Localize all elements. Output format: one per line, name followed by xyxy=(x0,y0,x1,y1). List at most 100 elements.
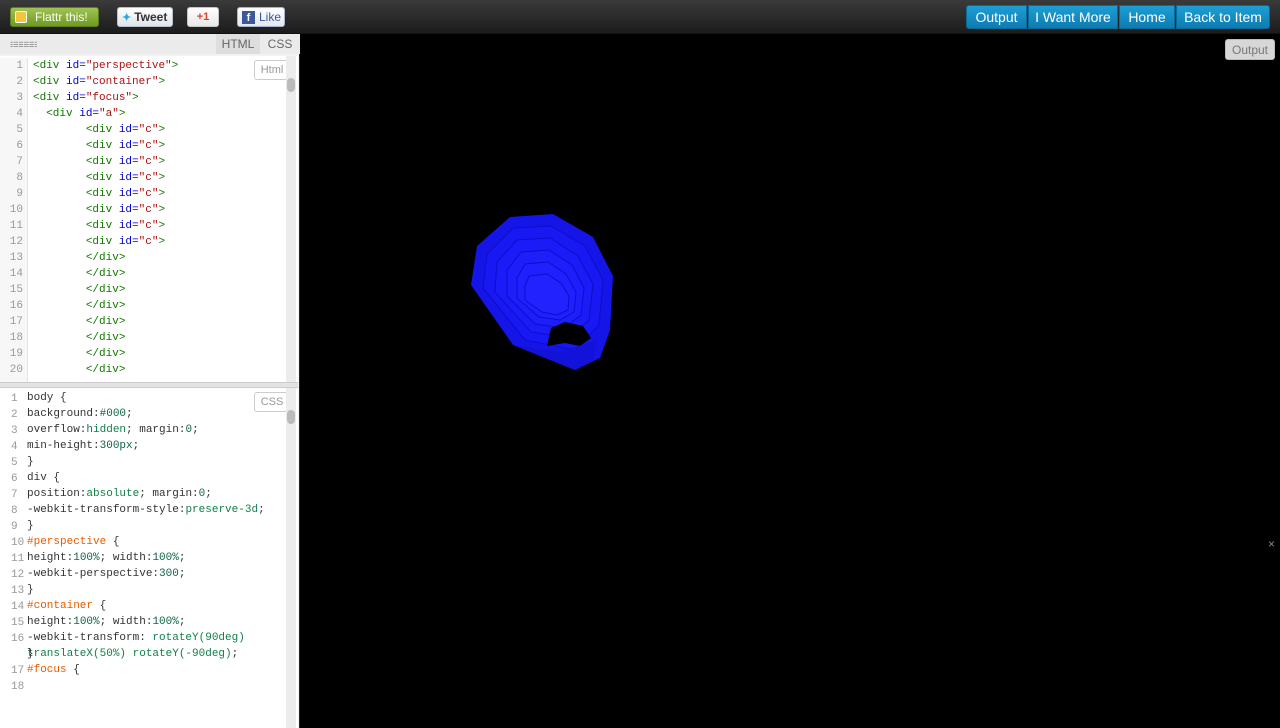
code-line[interactable]: height:100%; width:100%; xyxy=(27,614,275,630)
code-line[interactable]: position:absolute; margin:0; xyxy=(27,486,275,502)
code-line[interactable]: } xyxy=(27,582,275,598)
code-line[interactable]: body { xyxy=(27,390,275,406)
code-line[interactable]: <div id="c"> xyxy=(33,218,178,234)
code-token: #000 xyxy=(99,408,127,420)
css-badge: CSS xyxy=(254,392,290,412)
code-line[interactable]: <div id="c"> xyxy=(33,202,178,218)
code-line[interactable]: #container { xyxy=(27,598,275,614)
css-scroll-thumb[interactable] xyxy=(287,410,295,424)
fblike-label: Like xyxy=(259,10,282,24)
close-icon[interactable]: × xyxy=(1268,537,1275,551)
code-token: id= xyxy=(118,172,139,184)
facebook-like-button[interactable]: f Like xyxy=(237,7,285,27)
code-line[interactable]: </div> xyxy=(33,314,178,330)
css-code[interactable]: body { background:#000; overflow:hidden;… xyxy=(27,390,275,678)
code-line[interactable]: #perspective { xyxy=(27,534,275,550)
code-line[interactable]: div { xyxy=(27,470,275,486)
editor-panel: ☷☷☷☷☷ HTML CSS 1 2 3 4 5 6 7 8 9 10 11 12 13 14 15 16 17… xyxy=(0,34,300,728)
code-token: -webkit-perspective: xyxy=(27,568,160,580)
line-number: 2 xyxy=(11,409,18,421)
line-number: 5 xyxy=(16,124,23,136)
code-token: id= xyxy=(118,140,139,152)
code-token: <div xyxy=(85,124,119,136)
html-code[interactable]: <div id="perspective"> <div id="container… xyxy=(33,58,178,378)
code-line[interactable]: <div id="c"> xyxy=(33,170,178,186)
code-token: > xyxy=(118,108,126,120)
nav-i-want-more-button[interactable]: I Want More xyxy=(1028,5,1118,29)
code-token: 100% xyxy=(73,616,100,628)
nav-output-button[interactable]: Output xyxy=(966,5,1027,29)
html-editor[interactable]: 1 2 3 4 5 6 7 8 9 10 11 12 13 14 15 16 17 18 19 20 <div id=… xyxy=(0,56,298,382)
code-line[interactable]: -webkit-transform-style:preserve-3d; xyxy=(27,502,275,518)
code-token: height: xyxy=(27,616,74,628)
code-line[interactable]: </div> xyxy=(33,330,178,346)
html-scrollbar[interactable] xyxy=(286,56,296,382)
code-line[interactable]: -webkit-perspective:300; xyxy=(27,566,275,582)
code-line[interactable]: } xyxy=(27,454,275,470)
code-token: > xyxy=(158,140,166,152)
code-token: -webkit-transform: xyxy=(27,632,153,644)
code-token: <div xyxy=(85,236,119,248)
code-line[interactable]: <div id="c"> xyxy=(33,122,178,138)
code-token: 300px xyxy=(99,440,133,452)
code-token: ; xyxy=(126,408,133,420)
code-token: #perspective xyxy=(27,536,107,548)
line-number: 20 xyxy=(9,364,23,376)
code-line[interactable]: overflow:hidden; margin:0; xyxy=(27,422,275,438)
code-line[interactable]: <div id="c"> xyxy=(33,234,178,250)
css-editor[interactable]: 1 2 3 4 5 6 7 8 9 10 11 12 13 14 15 16 17 18 body { backg… xyxy=(0,388,298,728)
code-token: <div xyxy=(85,204,119,216)
code-line[interactable]: </div> xyxy=(33,362,178,378)
code-line[interactable]: background:#000; xyxy=(27,406,275,422)
google-plus-one-button[interactable]: +1 xyxy=(187,7,219,27)
code-line[interactable]: min-height:300px; xyxy=(27,438,275,454)
code-line[interactable]: #focus { xyxy=(27,662,275,678)
code-line[interactable]: <div id="focus"> xyxy=(33,90,178,106)
code-token: ; xyxy=(205,488,212,500)
tweet-button[interactable]: ✦ Tweet xyxy=(117,7,173,27)
line-number: 10 xyxy=(9,204,23,216)
code-token: ; width: xyxy=(99,552,153,564)
code-line[interactable]: </div> xyxy=(33,298,178,314)
code-line[interactable]: } xyxy=(27,518,275,534)
code-line[interactable]: <div id="a"> xyxy=(33,106,178,122)
code-line[interactable]: <div id="container"> xyxy=(33,74,178,90)
code-line[interactable]: </div> xyxy=(33,266,178,282)
code-line[interactable]: -webkit-transform: rotateY(90deg) transl… xyxy=(27,630,275,660)
resize-grip-icon[interactable]: ☷☷☷☷☷ xyxy=(10,41,37,49)
nav-home-button[interactable]: Home xyxy=(1119,5,1175,29)
code-token: "c" xyxy=(138,156,159,168)
code-line[interactable]: </div> xyxy=(33,250,178,266)
css-scrollbar[interactable] xyxy=(286,388,296,728)
code-line[interactable]: <div id="c"> xyxy=(33,186,178,202)
code-token: id= xyxy=(118,156,139,168)
line-number: 6 xyxy=(11,473,18,485)
code-token: position: xyxy=(27,488,87,500)
tab-html[interactable]: HTML xyxy=(216,34,260,54)
line-number: 18 xyxy=(11,681,25,693)
code-line[interactable]: <div id="c"> xyxy=(33,154,178,170)
code-line[interactable]: </div> xyxy=(33,282,178,298)
line-number: 1 xyxy=(16,60,23,72)
output-label[interactable]: Output xyxy=(1225,39,1275,60)
code-line[interactable]: <div id="perspective"> xyxy=(33,58,178,74)
code-token: </div> xyxy=(85,268,126,280)
nav-back-to-item-button[interactable]: Back to Item xyxy=(1176,5,1270,29)
code-line[interactable]: <div id="c"> xyxy=(33,138,178,154)
tab-css[interactable]: CSS xyxy=(263,34,297,54)
code-token: > xyxy=(158,220,166,232)
code-token: 100% xyxy=(152,552,179,564)
line-number: 15 xyxy=(11,617,25,629)
flattr-button[interactable]: Flattr this! xyxy=(10,7,99,27)
code-token: #focus xyxy=(27,664,67,676)
code-token: div { xyxy=(27,472,61,484)
html-scroll-thumb[interactable] xyxy=(287,78,295,92)
code-line[interactable]: height:100%; width:100%; xyxy=(27,550,275,566)
code-line[interactable]: </div> xyxy=(33,346,178,362)
